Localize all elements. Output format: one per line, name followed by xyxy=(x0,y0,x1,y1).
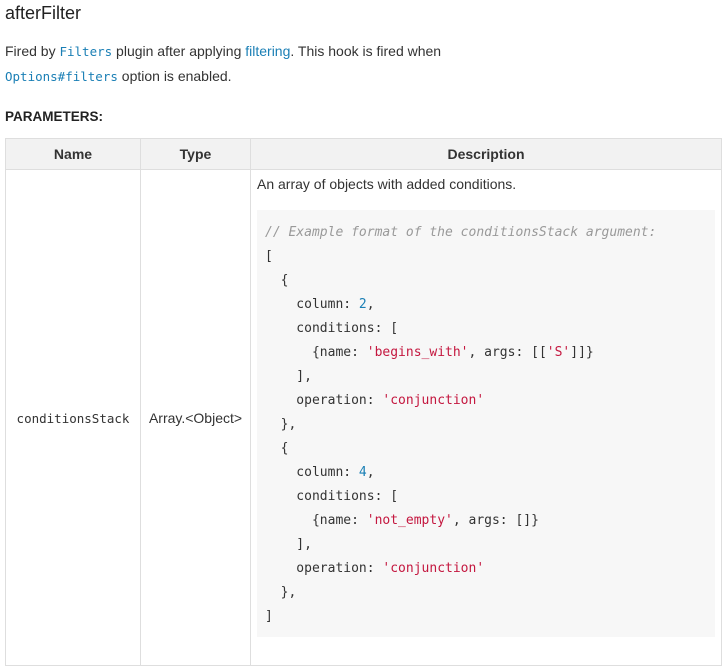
code-condition-name-2: 'not_empty' xyxy=(366,513,453,528)
parameters-table: Name Type Description conditionsStack Ar… xyxy=(5,138,722,666)
hook-title: afterFilter xyxy=(5,3,82,23)
param-type: Array.<Object> xyxy=(140,169,251,666)
table-header-row: Name Type Description xyxy=(5,138,722,170)
filtering-link[interactable]: filtering xyxy=(245,43,290,59)
option-code: Options#filters xyxy=(5,69,118,84)
code-column-value-2: 4 xyxy=(358,465,367,480)
code-comment: // Example format of the conditionsStack… xyxy=(265,225,657,240)
plugin-code: Filters xyxy=(59,44,113,59)
api-doc-section: afterFilter Fired by Filters plugin afte… xyxy=(0,0,726,672)
column-header-name: Name xyxy=(5,138,141,170)
column-header-type: Type xyxy=(140,138,251,170)
column-header-description: Description xyxy=(250,138,722,170)
description-line-2: Options#filters option is enabled. xyxy=(5,64,705,89)
code-operation-2: 'conjunction' xyxy=(382,561,485,576)
description-option-after: option is enabled. xyxy=(117,68,232,84)
param-description-cell: An array of objects with added condition… xyxy=(250,169,722,666)
table-row: conditionsStack Array.<Object> An array … xyxy=(5,169,722,666)
description-fired-by: Fired by xyxy=(5,43,60,59)
code-operation-1: 'conjunction' xyxy=(382,393,485,408)
description-plugin-after: plugin after applying xyxy=(112,43,246,59)
param-description: An array of objects with added condition… xyxy=(257,176,517,192)
param-name-cell: conditionsStack xyxy=(5,169,141,666)
description-line-1: Fired by Filters plugin after applying f… xyxy=(5,39,705,64)
param-name: conditionsStack xyxy=(16,410,130,426)
code-condition-name-1: 'begins_with' xyxy=(366,345,469,360)
description-after-link: . This hook is fired when xyxy=(290,43,442,59)
code-condition-arg-1: 'S' xyxy=(546,345,571,360)
code-column-value-1: 2 xyxy=(358,297,367,312)
code-example: // Example format of the conditionsStack… xyxy=(257,210,715,637)
hook-description: Fired by Filters plugin after applying f… xyxy=(5,39,705,89)
parameters-heading: PARAMETERS: xyxy=(5,109,104,124)
